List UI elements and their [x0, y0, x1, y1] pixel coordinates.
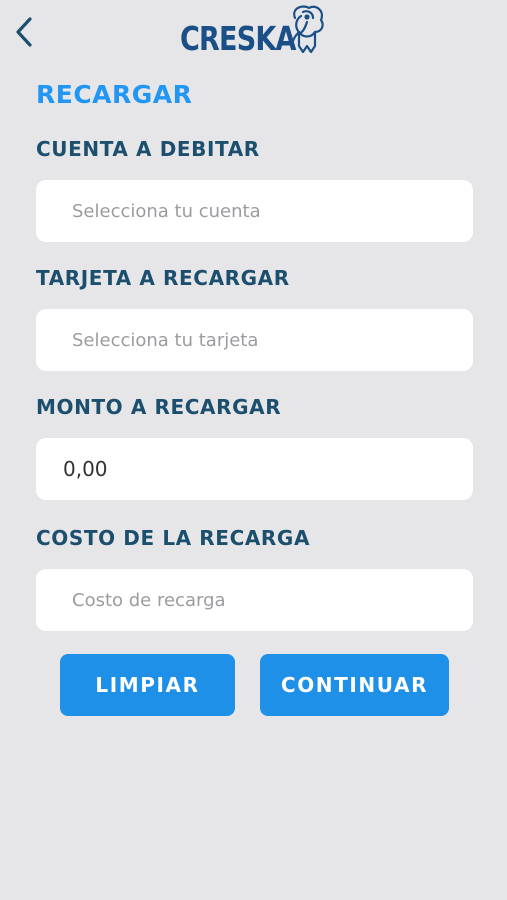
amount-label: MONTO A RECARGAR [36, 395, 282, 419]
page-title: RECARGAR [36, 80, 193, 109]
continue-button[interactable]: CONTINUAR [260, 654, 449, 716]
cost-field: Costo de recarga [36, 569, 473, 631]
chevron-left-icon [16, 17, 32, 47]
app-header: CRESKA [0, 0, 507, 64]
account-label: CUENTA A DEBITAR [36, 137, 260, 161]
elephant-mascot-icon [291, 5, 324, 54]
card-label: TARJETA A RECARGAR [36, 266, 290, 290]
card-select[interactable]: Selecciona tu tarjeta [36, 309, 473, 371]
clear-button[interactable]: LIMPIAR [60, 654, 235, 716]
cost-label: COSTO DE LA RECARGA [36, 526, 311, 550]
back-button[interactable] [8, 12, 40, 52]
logo-text: CRESKA [180, 19, 296, 58]
amount-input[interactable]: 0,00 [36, 438, 473, 500]
creska-logo: CRESKA [180, 2, 324, 58]
account-select[interactable]: Selecciona tu cuenta [36, 180, 473, 242]
